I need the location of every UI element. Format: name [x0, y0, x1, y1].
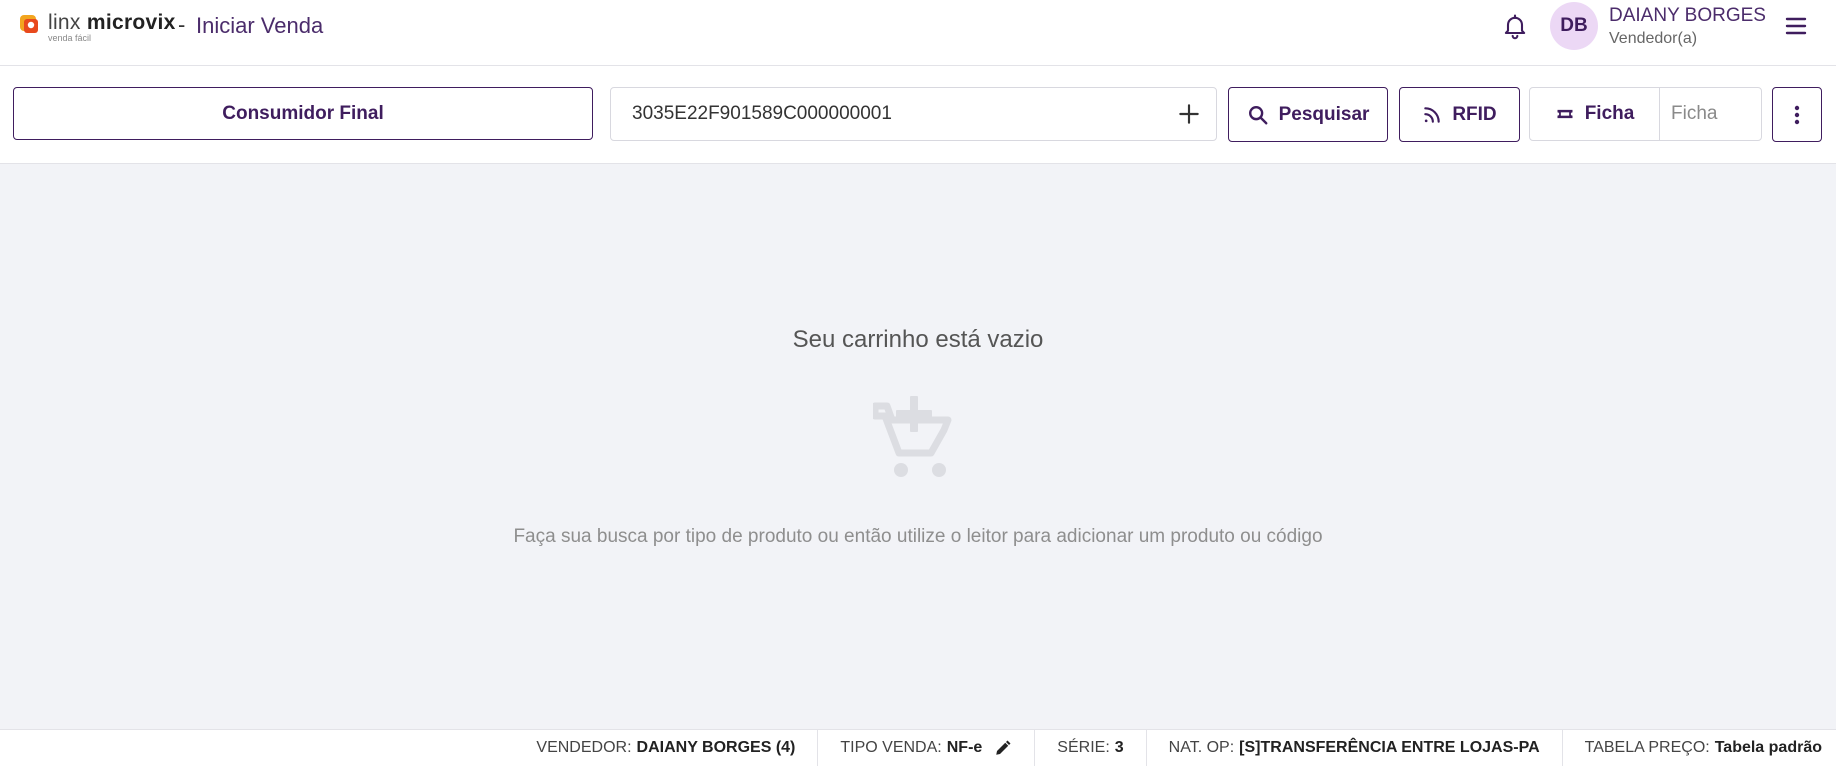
- logo-subtext: venda fácil: [48, 33, 92, 43]
- status-bar: VENDEDOR: DAIANY BORGES (4) TIPO VENDA: …: [0, 729, 1836, 766]
- rfid-button-label: RFID: [1452, 103, 1497, 125]
- logo-text-left: linx: [48, 11, 81, 34]
- ficha-button[interactable]: Ficha: [1530, 88, 1660, 140]
- ficha-group: Ficha: [1529, 87, 1762, 141]
- ficha-input[interactable]: [1660, 88, 1760, 140]
- status-tabela-preco: TABELA PREÇO: Tabela padrão: [1561, 730, 1836, 766]
- search-icon: [1248, 105, 1268, 124]
- status-tabela-preco-value: Tabela padrão: [1714, 739, 1822, 756]
- status-nat-op-value: [S]TRANSFERÊNCIA ENTRE LOJAS-PA: [1239, 739, 1540, 756]
- empty-cart-hint: Faça sua busca por tipo de produto ou en…: [513, 526, 1323, 547]
- status-serie: SÉRIE: 3: [1034, 730, 1145, 766]
- plus-icon[interactable]: [1176, 101, 1202, 127]
- add-shopping-cart-icon: [873, 396, 952, 477]
- logo-mark-icon: [20, 15, 38, 33]
- status-tipo-venda: TIPO VENDA: NF-e: [817, 730, 1034, 766]
- more-options-button[interactable]: [1772, 87, 1822, 142]
- search-button-label: Pesquisar: [1278, 103, 1370, 125]
- customer-button[interactable]: Consumidor Final: [13, 87, 593, 140]
- sale-toolbar: Consumidor Final Pesquisar RFID Ficha: [0, 66, 1836, 164]
- page-title: Iniciar Venda: [196, 13, 324, 38]
- status-vendedor-label: VENDEDOR:: [536, 739, 632, 756]
- empty-cart-title: Seu carrinho está vazio: [792, 326, 1044, 353]
- status-serie-value: 3: [1114, 739, 1124, 756]
- avatar[interactable]: DB: [1550, 2, 1598, 50]
- user-role: Vendedor(a): [1609, 30, 1698, 47]
- bell-icon[interactable]: [1501, 11, 1529, 41]
- rfid-button[interactable]: RFID: [1399, 87, 1520, 142]
- status-nat-op: NAT. OP: [S]TRANSFERÊNCIA ENTRE LOJAS-PA: [1145, 730, 1562, 766]
- user-name: DAIANY BORGES: [1609, 5, 1766, 26]
- ficha-button-label: Ficha: [1584, 103, 1635, 124]
- product-search-input[interactable]: [632, 103, 1152, 125]
- status-tipo-venda-label: TIPO VENDA:: [840, 739, 942, 756]
- status-nat-op-label: NAT. OP:: [1168, 739, 1235, 756]
- status-serie-label: SÉRIE:: [1057, 739, 1110, 756]
- search-button[interactable]: Pesquisar: [1228, 87, 1388, 142]
- app-header: linx microvix venda fácil - Iniciar Vend…: [0, 0, 1836, 66]
- hamburger-icon[interactable]: [1784, 14, 1808, 38]
- logo: linx microvix venda fácil: [18, 12, 176, 43]
- status-vendedor: VENDEDOR: DAIANY BORGES (4): [514, 730, 817, 766]
- status-vendedor-value: DAIANY BORGES (4): [636, 739, 796, 756]
- edit-pencil-icon[interactable]: [994, 739, 1012, 757]
- more-vertical-icon: [1794, 105, 1800, 124]
- status-tabela-preco-label: TABELA PREÇO:: [1584, 739, 1710, 756]
- rss-icon: [1424, 106, 1441, 123]
- logo-text-right: microvix: [86, 11, 176, 34]
- status-tipo-venda-value: NF-e: [946, 739, 983, 756]
- title-separator: -: [178, 12, 186, 37]
- ticket-icon: [1557, 109, 1573, 119]
- product-search-box: [610, 87, 1217, 141]
